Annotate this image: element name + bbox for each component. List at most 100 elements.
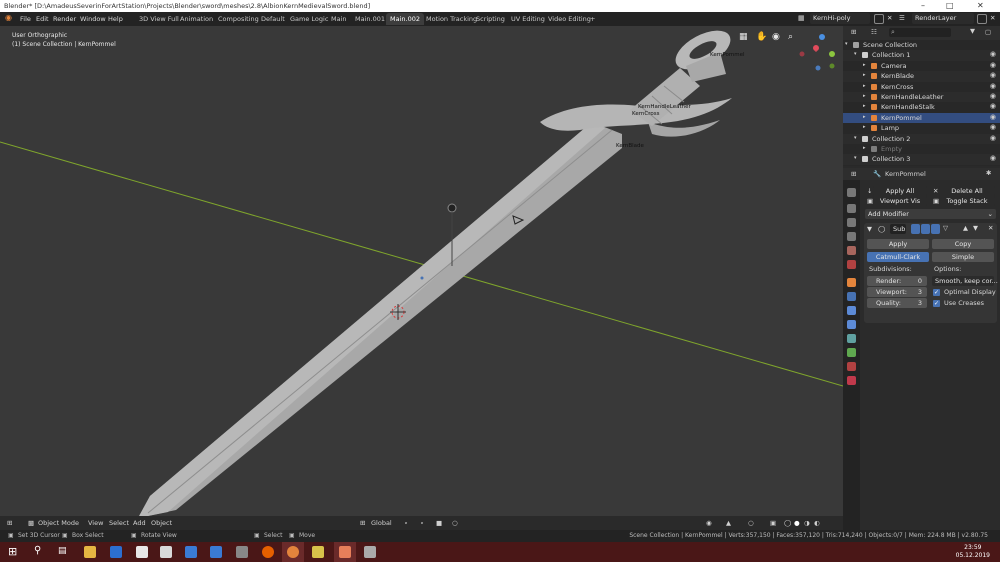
data-tab-icon[interactable] (847, 348, 856, 357)
blender-taskbar-icon[interactable] (287, 546, 299, 558)
delete-scene-icon[interactable]: ✕ (887, 14, 892, 22)
world-tab-icon[interactable] (847, 260, 856, 269)
workspace-tab[interactable]: Main.002 (386, 13, 424, 25)
expand-arrow-icon[interactable]: ▾ (854, 135, 857, 141)
expand-arrow-icon[interactable]: ▸ (863, 83, 866, 89)
realtime-icon[interactable] (921, 224, 930, 234)
view-layer-tab-icon[interactable] (847, 232, 856, 241)
menu-window[interactable]: Window (80, 15, 106, 23)
add-workspace-button[interactable]: + (586, 13, 599, 25)
search-taskbar-icon[interactable]: ⚲ (34, 545, 41, 556)
mail-icon[interactable] (160, 546, 172, 558)
optimal-display-checkbox[interactable]: ✓ (933, 289, 940, 296)
outliner-row[interactable]: ▸ KernHandleLeather ◉ (843, 92, 1000, 103)
new-collection-icon[interactable]: ▢ (985, 28, 991, 36)
shading-solid-icon[interactable]: ● (794, 519, 800, 527)
menu-help[interactable]: Help (108, 15, 123, 23)
pivot-icon[interactable]: ∘ (404, 519, 408, 527)
filter-icon[interactable]: ▼ (970, 27, 975, 35)
3d-viewport[interactable]: User Orthographic (1) Scene Collection |… (0, 26, 843, 530)
file-explorer-icon[interactable] (84, 546, 96, 558)
properties-type-icon[interactable]: ⊞ (851, 170, 856, 178)
menu-object[interactable]: Object (151, 519, 172, 527)
menu-add[interactable]: Add (133, 519, 146, 527)
apply-button[interactable]: Apply (867, 239, 929, 249)
shading-wire-icon[interactable]: ◯ (784, 519, 791, 527)
mode-icon[interactable]: ▩ (28, 519, 34, 527)
physics-tab-icon[interactable] (847, 320, 856, 329)
expand-arrow-icon[interactable]: ▾ (854, 51, 857, 57)
pin-icon[interactable]: ✱ (986, 169, 991, 177)
outliner-row[interactable]: ▸ Lamp ◉ (843, 123, 1000, 133)
scene-selector[interactable]: KernHi-poly (810, 13, 870, 24)
new-view-layer-icon[interactable] (977, 14, 987, 24)
shading-rendered-icon[interactable]: ◐ (814, 519, 820, 527)
particles-tab-icon[interactable] (847, 306, 856, 315)
orientation-icon[interactable]: ⊞ (360, 519, 365, 527)
constraints-tab-icon[interactable] (847, 334, 856, 343)
eye-visibility-icon[interactable]: ◉ (990, 154, 996, 162)
grid-view-icon[interactable]: ▦ (739, 32, 748, 42)
workspace-tab[interactable]: Compositing (214, 13, 263, 25)
scene-tab-icon[interactable] (847, 246, 856, 255)
uv-smooth-dropdown[interactable]: Smooth, keep cor... (932, 276, 998, 286)
outliner-row[interactable]: ▸ Camera ◉ (843, 61, 1000, 71)
menu-view[interactable]: View (88, 519, 103, 527)
collapse-arrow-icon[interactable]: ▼ (867, 225, 872, 233)
eye-visibility-icon[interactable]: ◉ (990, 123, 996, 131)
simple-button[interactable]: Simple (932, 252, 994, 262)
eye-visibility-icon[interactable]: ◉ (990, 71, 996, 79)
task-view-icon[interactable]: ▤ (58, 546, 67, 556)
proportional-edit-icon[interactable]: ○ (452, 519, 458, 527)
outliner-row[interactable]: ▾ Collection 1 ◉ (843, 50, 1000, 61)
workspace-tab[interactable]: Animation (176, 13, 217, 25)
mode-selector[interactable]: Object Mode (38, 519, 79, 527)
tool-tab-icon[interactable] (847, 188, 856, 197)
render-tab-icon[interactable] (847, 204, 856, 213)
eye-visibility-icon[interactable]: ◉ (990, 50, 996, 58)
overlay-icon[interactable]: ○ (748, 519, 754, 527)
outliner-search-input[interactable] (889, 28, 951, 37)
gizmo-toggle-icon[interactable]: ▲ (726, 519, 731, 527)
visibility-icon[interactable]: ◉ (706, 519, 712, 527)
outliner-row[interactable]: ▾ Scene Collection (843, 40, 1000, 50)
remove-modifier-icon[interactable]: ✕ (988, 224, 993, 232)
expand-arrow-icon[interactable]: ▸ (863, 114, 866, 120)
outliner-row[interactable]: ▾ Collection 3 ◉ (843, 154, 1000, 165)
windows-start-icon[interactable]: ⊞ (8, 545, 17, 558)
render-levels-field[interactable]: Render: 0 (867, 276, 927, 286)
eye-visibility-icon[interactable]: ◉ (990, 82, 996, 90)
expand-arrow-icon[interactable]: ▾ (845, 41, 848, 47)
hand-pan-icon[interactable]: ✋ (756, 32, 767, 42)
outliner-row[interactable]: ▾ Collection 2 ◉ (843, 133, 1000, 144)
close-icon[interactable]: ✕ (977, 1, 984, 10)
workspace-tab[interactable]: UV Editing (507, 13, 549, 25)
edit-mode-icon[interactable] (911, 224, 920, 234)
outliner-row[interactable]: ▸ KernPommel ◉ (843, 112, 1000, 124)
delete-view-layer-icon[interactable]: ✕ (990, 14, 995, 22)
orientation-selector[interactable]: Global (371, 519, 392, 527)
firefox-icon[interactable] (262, 546, 274, 558)
calculator-icon[interactable] (236, 546, 248, 558)
toggle-stack-button[interactable]: Toggle Stack (939, 196, 995, 206)
minimize-icon[interactable]: – (921, 1, 925, 10)
move-up-icon[interactable]: ▲ (963, 224, 968, 232)
scene-icon[interactable]: ▦ (798, 14, 805, 22)
eye-visibility-icon[interactable]: ◉ (990, 113, 996, 121)
view-layer-icon[interactable]: ☰ (899, 14, 905, 22)
workspace-tab[interactable]: Main (327, 13, 351, 25)
desktop-icon[interactable] (210, 546, 222, 558)
view-layer-selector[interactable]: RenderLayer (912, 13, 974, 24)
copy-button[interactable]: Copy (932, 239, 994, 249)
modifier-tab-icon[interactable] (847, 292, 856, 301)
display-mode-icon[interactable]: ☷ (871, 28, 877, 36)
new-scene-icon[interactable] (874, 14, 884, 24)
expand-arrow-icon[interactable]: ▸ (863, 62, 866, 68)
eye-visibility-icon[interactable]: ◉ (990, 134, 996, 142)
eye-visibility-icon[interactable]: ◉ (990, 61, 996, 69)
add-modifier-dropdown[interactable]: Add Modifier ⌄ (865, 209, 996, 219)
expand-arrow-icon[interactable]: ▸ (863, 145, 866, 151)
catmull-clark-button[interactable]: Catmull-Clark (867, 252, 929, 262)
move-down-icon[interactable]: ▼ (973, 224, 978, 232)
camera-view-icon[interactable]: ◉ (772, 32, 780, 42)
